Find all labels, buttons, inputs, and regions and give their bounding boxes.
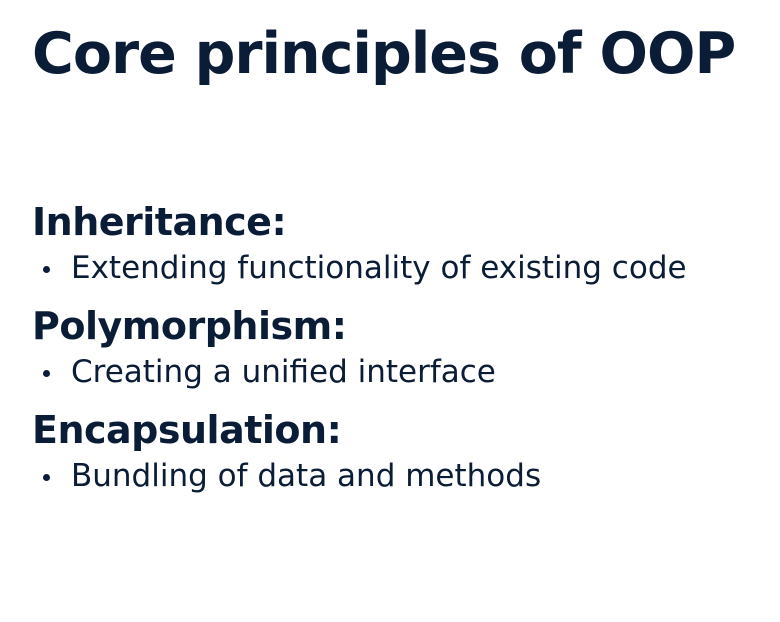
bullet-item: Creating a unified interface [32,351,772,393]
section-encapsulation: Encapsulation: Bundling of data and meth… [32,405,772,497]
section-heading: Inheritance: [32,200,287,244]
bullet-item: Bundling of data and methods [32,455,772,497]
bullet-list: Bundling of data and methods [32,455,772,497]
section-heading: Encapsulation: [32,408,342,452]
section-polymorphism: Polymorphism: Creating a unified interfa… [32,301,772,393]
bullet-list: Extending functionality of existing code [32,247,772,289]
slide: Core principles of OOP Inheritance: Exte… [32,0,772,622]
bullet-list: Creating a unified interface [32,351,772,393]
section-heading: Polymorphism: [32,304,347,348]
section-inheritance: Inheritance: Extending functionality of … [32,197,772,289]
principles-list: Inheritance: Extending functionality of … [32,197,772,509]
slide-title: Core principles of OOP [32,21,736,87]
bullet-item: Extending functionality of existing code [32,247,772,289]
